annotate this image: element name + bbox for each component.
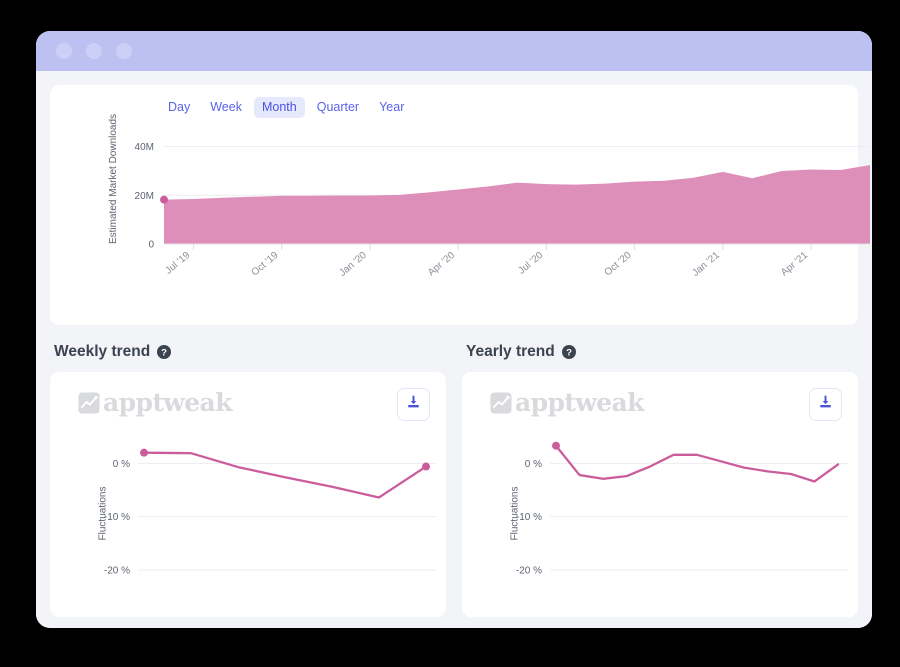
weekly-trend-column: Weekly trend ? apptweak Fluctuations 0 %… bbox=[50, 343, 446, 617]
apptweak-wordmark: apptweak bbox=[515, 388, 644, 417]
help-circle-icon[interactable]: ? bbox=[157, 345, 172, 359]
tab-year[interactable]: Year bbox=[371, 97, 412, 118]
weekly-trend-y-tick-label: -10 % bbox=[104, 512, 130, 523]
weekly-trend-endpoint-marker bbox=[422, 462, 430, 471]
yearly-trend-y-tick-label: -10 % bbox=[516, 512, 542, 523]
window-title-bar bbox=[36, 31, 872, 71]
market-downloads-card: Day Week Month Quarter Year Estimated Ma… bbox=[50, 85, 870, 325]
window-dot-minimize[interactable] bbox=[86, 43, 102, 59]
market-x-tick-label: Apr '20 bbox=[426, 249, 457, 278]
svg-text:?: ? bbox=[161, 348, 167, 359]
market-y-tick-label: 40M bbox=[135, 142, 154, 153]
market-x-tick-label: Jan '20 bbox=[337, 249, 369, 278]
market-y-tick-label: 20M bbox=[135, 190, 154, 201]
market-x-tick-label: Jul '19 bbox=[163, 249, 192, 276]
market-y-tick-label: 0 bbox=[148, 239, 154, 250]
apptweak-chart-mark-icon bbox=[78, 392, 100, 414]
market-x-tick-label: Jul '20 bbox=[516, 249, 545, 276]
apptweak-chart-mark-icon bbox=[490, 392, 512, 414]
market-downloads-svg: 0 20M 40M Jul '19 Oct '19 Jan '20 Apr '20 Jul '… bbox=[135, 142, 870, 278]
download-icon bbox=[406, 395, 421, 415]
yearly-trend-card-header: apptweak bbox=[478, 388, 842, 428]
market-x-tick-label: Oct '19 bbox=[249, 249, 280, 278]
svg-text:?: ? bbox=[566, 348, 572, 359]
weekly-trend-y-tick-label: -20 % bbox=[104, 566, 130, 577]
tab-week[interactable]: Week bbox=[202, 97, 250, 118]
weekly-download-button[interactable] bbox=[397, 388, 430, 421]
tab-month[interactable]: Month bbox=[253, 97, 305, 118]
yearly-trend-heading: Yearly trend ? bbox=[462, 343, 858, 361]
download-icon bbox=[818, 395, 833, 415]
yearly-trend-y-tick-label: 0 % bbox=[525, 459, 542, 470]
help-circle-icon[interactable]: ? bbox=[561, 345, 576, 359]
browser-window: Day Week Month Quarter Year Estimated Ma… bbox=[36, 31, 872, 628]
yearly-trend-title: Yearly trend bbox=[466, 343, 555, 360]
window-content: Day Week Month Quarter Year Estimated Ma… bbox=[36, 71, 872, 628]
market-x-tick-label: Apr '21 bbox=[779, 249, 810, 278]
weekly-trend-y-tick-label: 0 % bbox=[113, 459, 130, 470]
yearly-apptweak-watermark: apptweak bbox=[478, 388, 644, 415]
trend-section: Weekly trend ? apptweak Fluctuations 0 %… bbox=[50, 343, 858, 617]
weekly-trend-title: Weekly trend bbox=[54, 343, 151, 360]
yearly-download-button[interactable] bbox=[809, 388, 842, 421]
weekly-trend-line bbox=[142, 451, 428, 499]
yearly-trend-y-tick-label: -20 % bbox=[516, 566, 542, 577]
device-frame: Day Week Month Quarter Year Estimated Ma… bbox=[0, 0, 900, 667]
market-area-fill bbox=[164, 164, 870, 244]
market-downloads-plot: Estimated Market Downloads 0 20M 40M Jul '1… bbox=[64, 113, 870, 312]
weekly-trend-card: apptweak Fluctuations 0 % -10 % -20 % bbox=[50, 372, 446, 617]
yearly-trend-plot: Fluctuations 0 % -10 % -20 % bbox=[478, 428, 848, 617]
yearly-trend-svg: 0 % -10 % -20 % bbox=[516, 441, 848, 577]
weekly-trend-plot: Fluctuations 0 % -10 % -20 % bbox=[66, 428, 436, 617]
tab-day[interactable]: Day bbox=[160, 97, 198, 118]
market-x-tick-label: Oct '20 bbox=[602, 249, 633, 278]
yearly-trend-endpoint-marker bbox=[552, 441, 560, 450]
market-x-tick-label: Jan '21 bbox=[690, 249, 722, 278]
weekly-trend-card-header: apptweak bbox=[66, 388, 430, 428]
weekly-trend-svg: 0 % -10 % -20 % bbox=[104, 448, 436, 577]
apptweak-wordmark: apptweak bbox=[103, 388, 232, 417]
weekly-apptweak-watermark: apptweak bbox=[66, 388, 232, 415]
window-dot-close[interactable] bbox=[56, 43, 72, 59]
tab-quarter[interactable]: Quarter bbox=[309, 97, 367, 118]
market-start-marker bbox=[160, 195, 168, 204]
yearly-trend-column: Yearly trend ? apptweak Fluctuations 0 %… bbox=[462, 343, 858, 617]
weekly-trend-heading: Weekly trend ? bbox=[50, 343, 446, 361]
weekly-trend-endpoint-marker bbox=[140, 448, 148, 457]
yearly-trend-card: apptweak Fluctuations 0 % -10 % -20 % bbox=[462, 372, 858, 617]
granularity-tab-group: Day Week Month Quarter Year bbox=[64, 97, 844, 118]
window-dot-maximize[interactable] bbox=[116, 43, 132, 59]
